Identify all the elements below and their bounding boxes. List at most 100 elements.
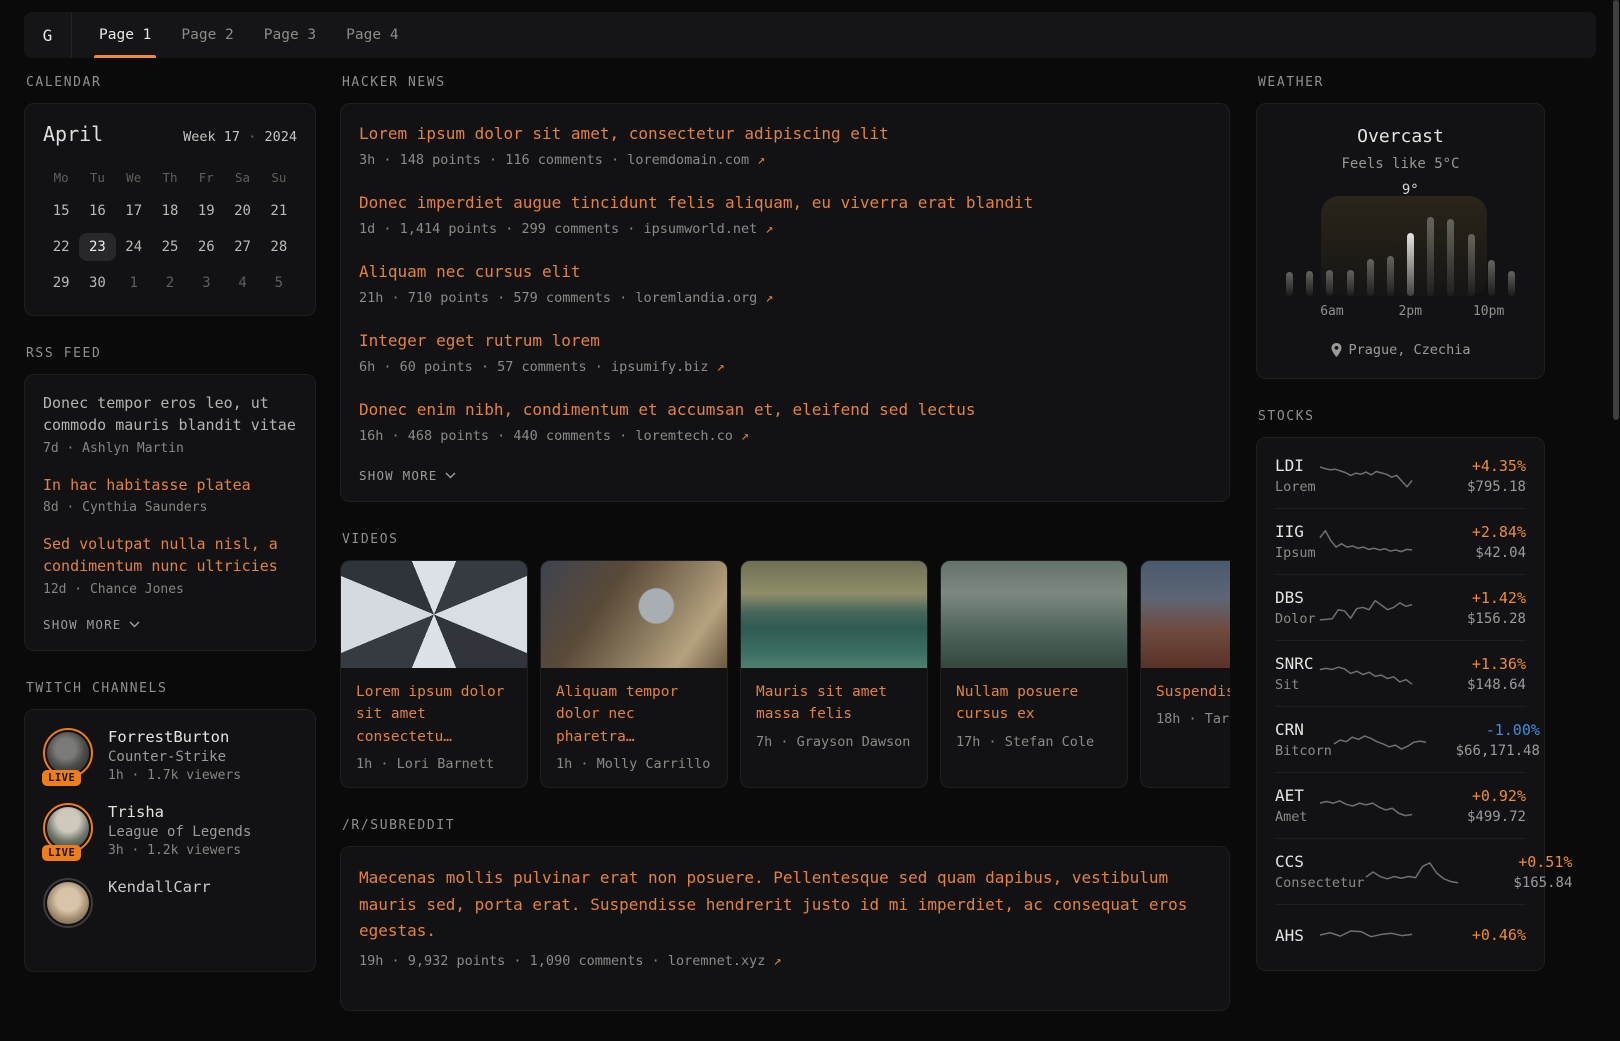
video-title-link[interactable]: Lorem ipsum dolor sit amet consectetu… bbox=[341, 668, 527, 748]
channel-name-link[interactable]: Trisha bbox=[108, 803, 251, 821]
stock-numbers: +2.84%$42.04 bbox=[1414, 523, 1526, 561]
twitch-channel-row[interactable]: LIVE Trisha League of Legends 3h · 1.2k … bbox=[43, 803, 297, 861]
stock-id: AHS bbox=[1275, 926, 1318, 945]
videos-section: VIDEOS Lorem ipsum dolor sit amet consec… bbox=[340, 532, 1230, 788]
hn-story-link[interactable]: Aliquam nec cursus elit bbox=[359, 260, 1211, 284]
stock-row[interactable]: AETAmet +0.92%$499.72 bbox=[1275, 773, 1526, 839]
video-meta: 18h · Tara bbox=[1141, 703, 1230, 742]
calendar-day: 15 bbox=[43, 197, 79, 225]
stock-row[interactable]: LDILorem +4.35%$795.18 bbox=[1275, 443, 1526, 509]
video-thumbnail[interactable] bbox=[741, 561, 927, 668]
video-thumbnail[interactable] bbox=[541, 561, 727, 668]
channel-category: Counter-Strike bbox=[108, 749, 241, 765]
hn-show-more-button[interactable]: SHOW MORE bbox=[359, 468, 1211, 483]
calendar-day-next-month: 3 bbox=[188, 269, 224, 297]
external-link-icon[interactable]: ↗ bbox=[774, 953, 782, 969]
separator-dot: · bbox=[248, 129, 256, 145]
weather-bar bbox=[1488, 260, 1495, 296]
hn-meta-text: 16h · 468 points · 440 comments · loremt… bbox=[359, 428, 733, 444]
rss-item: Sed volutpat nulla nisl, a condimentum n… bbox=[43, 534, 297, 597]
weather-section: WEATHER Overcast Feels like 5°C 9° 6am 2… bbox=[1256, 75, 1545, 379]
twitch-channel-row[interactable]: KendallCarr bbox=[43, 878, 297, 936]
rss-item-link[interactable]: In hac habitasse platea bbox=[43, 475, 297, 497]
weather-current-temp: 9° bbox=[1402, 182, 1419, 198]
hn-story-link[interactable]: Integer eget rutrum lorem bbox=[359, 329, 1211, 353]
twitch-channel-row[interactable]: LIVE ForrestBurton Counter-Strike 1h · 1… bbox=[43, 728, 297, 786]
channel-name-link[interactable]: KendallCarr bbox=[108, 878, 211, 896]
stock-value: $499.72 bbox=[1414, 809, 1526, 825]
rss-item-link[interactable]: Donec tempor eros leo, ut commodo mauris… bbox=[43, 393, 297, 437]
calendar-day: 19 bbox=[188, 197, 224, 225]
calendar-section: CALENDAR April Week 17 · 2024 Mo Tu We T… bbox=[24, 75, 316, 316]
hackernews-widget: Lorem ipsum dolor sit amet, consectetur … bbox=[340, 103, 1230, 502]
channel-name-link[interactable]: ForrestBurton bbox=[108, 728, 241, 746]
video-card[interactable]: Suspendisse diam 18h · Tara bbox=[1140, 560, 1230, 788]
stock-id: SNRCSit bbox=[1275, 654, 1318, 693]
stock-value: $42.04 bbox=[1414, 545, 1526, 561]
external-link-icon[interactable]: ↗ bbox=[757, 152, 765, 168]
external-link-icon[interactable]: ↗ bbox=[765, 290, 773, 306]
weather-time-axis: 6am 2pm 10pm bbox=[1283, 304, 1518, 322]
hn-meta-text: 3h · 148 points · 116 comments · loremdo… bbox=[359, 152, 749, 168]
show-more-label: SHOW MORE bbox=[43, 617, 122, 632]
stock-row[interactable]: CCSConsectetur +0.51%$165.84 bbox=[1275, 839, 1526, 905]
stock-numbers: +1.36%$148.64 bbox=[1414, 655, 1526, 693]
stock-row[interactable]: AHS +0.46% bbox=[1275, 905, 1526, 965]
external-link-icon[interactable]: ↗ bbox=[717, 359, 725, 375]
hn-story-meta: 6h · 60 points · 57 comments · ipsumify.… bbox=[359, 359, 1211, 375]
video-title-link[interactable]: Mauris sit amet massa felis bbox=[741, 668, 927, 726]
stock-id: CRNBitcorn bbox=[1275, 720, 1332, 759]
channel-info: Trisha League of Legends 3h · 1.2k viewe… bbox=[108, 803, 251, 858]
calendar-day: 30 bbox=[79, 269, 115, 297]
video-thumbnail[interactable] bbox=[341, 561, 527, 668]
tab-label: Page 4 bbox=[346, 27, 398, 43]
calendar-day: 22 bbox=[43, 233, 79, 261]
weather-widget: Overcast Feels like 5°C 9° 6am 2pm 10pm … bbox=[1256, 103, 1545, 379]
hn-story-link[interactable]: Donec enim nibh, condimentum et accumsan… bbox=[359, 398, 1211, 422]
weather-bar bbox=[1367, 259, 1374, 296]
stock-row[interactable]: IIGIpsum +2.84%$42.04 bbox=[1275, 509, 1526, 575]
stock-row[interactable]: SNRCSit +1.36%$148.64 bbox=[1275, 641, 1526, 707]
video-thumbnail[interactable] bbox=[1141, 561, 1230, 668]
reddit-post: Maecenas mollis pulvinar erat non posuer… bbox=[359, 865, 1211, 968]
hn-story: Lorem ipsum dolor sit amet, consectetur … bbox=[359, 122, 1211, 168]
app-logo[interactable]: G bbox=[24, 12, 72, 58]
external-link-icon[interactable]: ↗ bbox=[765, 221, 773, 237]
external-link-icon[interactable]: ↗ bbox=[741, 428, 749, 444]
stock-value: $795.18 bbox=[1414, 479, 1526, 495]
video-thumbnail[interactable] bbox=[941, 561, 1127, 668]
subreddit-widget: Maecenas mollis pulvinar erat non posuer… bbox=[340, 846, 1230, 1010]
tab-page-2[interactable]: Page 2 bbox=[166, 12, 248, 58]
page-scrollbar[interactable] bbox=[1613, 0, 1619, 420]
stock-row[interactable]: DBSDolor +1.42%$156.28 bbox=[1275, 575, 1526, 641]
hn-meta-text: 1d · 1,414 points · 299 comments · ipsum… bbox=[359, 221, 757, 237]
tab-page-4[interactable]: Page 4 bbox=[331, 12, 413, 58]
rss-item: In hac habitasse platea 8d · Cynthia Sau… bbox=[43, 475, 297, 516]
reddit-post-link[interactable]: Maecenas mollis pulvinar erat non posuer… bbox=[359, 865, 1211, 944]
weather-bar bbox=[1508, 271, 1515, 296]
video-title-link[interactable]: Suspendisse diam bbox=[1141, 668, 1230, 703]
video-card[interactable]: Aliquam tempor dolor nec pharetra… 1h · … bbox=[540, 560, 728, 788]
weather-section-label: WEATHER bbox=[1256, 75, 1545, 90]
video-card[interactable]: Nullam posuere cursus ex 17h · Stefan Co… bbox=[940, 560, 1128, 788]
stock-sparkline bbox=[1332, 723, 1428, 757]
calendar-day-next-month: 5 bbox=[261, 269, 297, 297]
video-title-link[interactable]: Nullam posuere cursus ex bbox=[941, 668, 1127, 726]
video-card[interactable]: Lorem ipsum dolor sit amet consectetu… 1… bbox=[340, 560, 528, 788]
hn-story-link[interactable]: Lorem ipsum dolor sit amet, consectetur … bbox=[359, 122, 1211, 146]
video-title-link[interactable]: Aliquam tempor dolor nec pharetra… bbox=[541, 668, 727, 748]
tab-page-1[interactable]: Page 1 bbox=[84, 12, 166, 58]
rss-show-more-button[interactable]: SHOW MORE bbox=[43, 617, 297, 632]
tab-page-3[interactable]: Page 3 bbox=[249, 12, 331, 58]
stock-name: Sit bbox=[1275, 677, 1318, 693]
weather-bar bbox=[1447, 219, 1454, 296]
video-card[interactable]: Mauris sit amet massa felis 7h · Grayson… bbox=[740, 560, 928, 788]
rss-section-label: RSS FEED bbox=[24, 346, 316, 361]
rss-item-link[interactable]: Sed volutpat nulla nisl, a condimentum n… bbox=[43, 534, 297, 578]
twitch-widget: LIVE ForrestBurton Counter-Strike 1h · 1… bbox=[24, 709, 316, 972]
hn-story-link[interactable]: Donec imperdiet augue tincidunt felis al… bbox=[359, 191, 1211, 215]
weather-bar-current bbox=[1407, 233, 1414, 296]
calendar-month: April bbox=[43, 122, 103, 146]
subreddit-section-label: /R/SUBREDDIT bbox=[340, 818, 1230, 833]
stock-row[interactable]: CRNBitcorn -1.00%$66,171.48 bbox=[1275, 707, 1526, 773]
